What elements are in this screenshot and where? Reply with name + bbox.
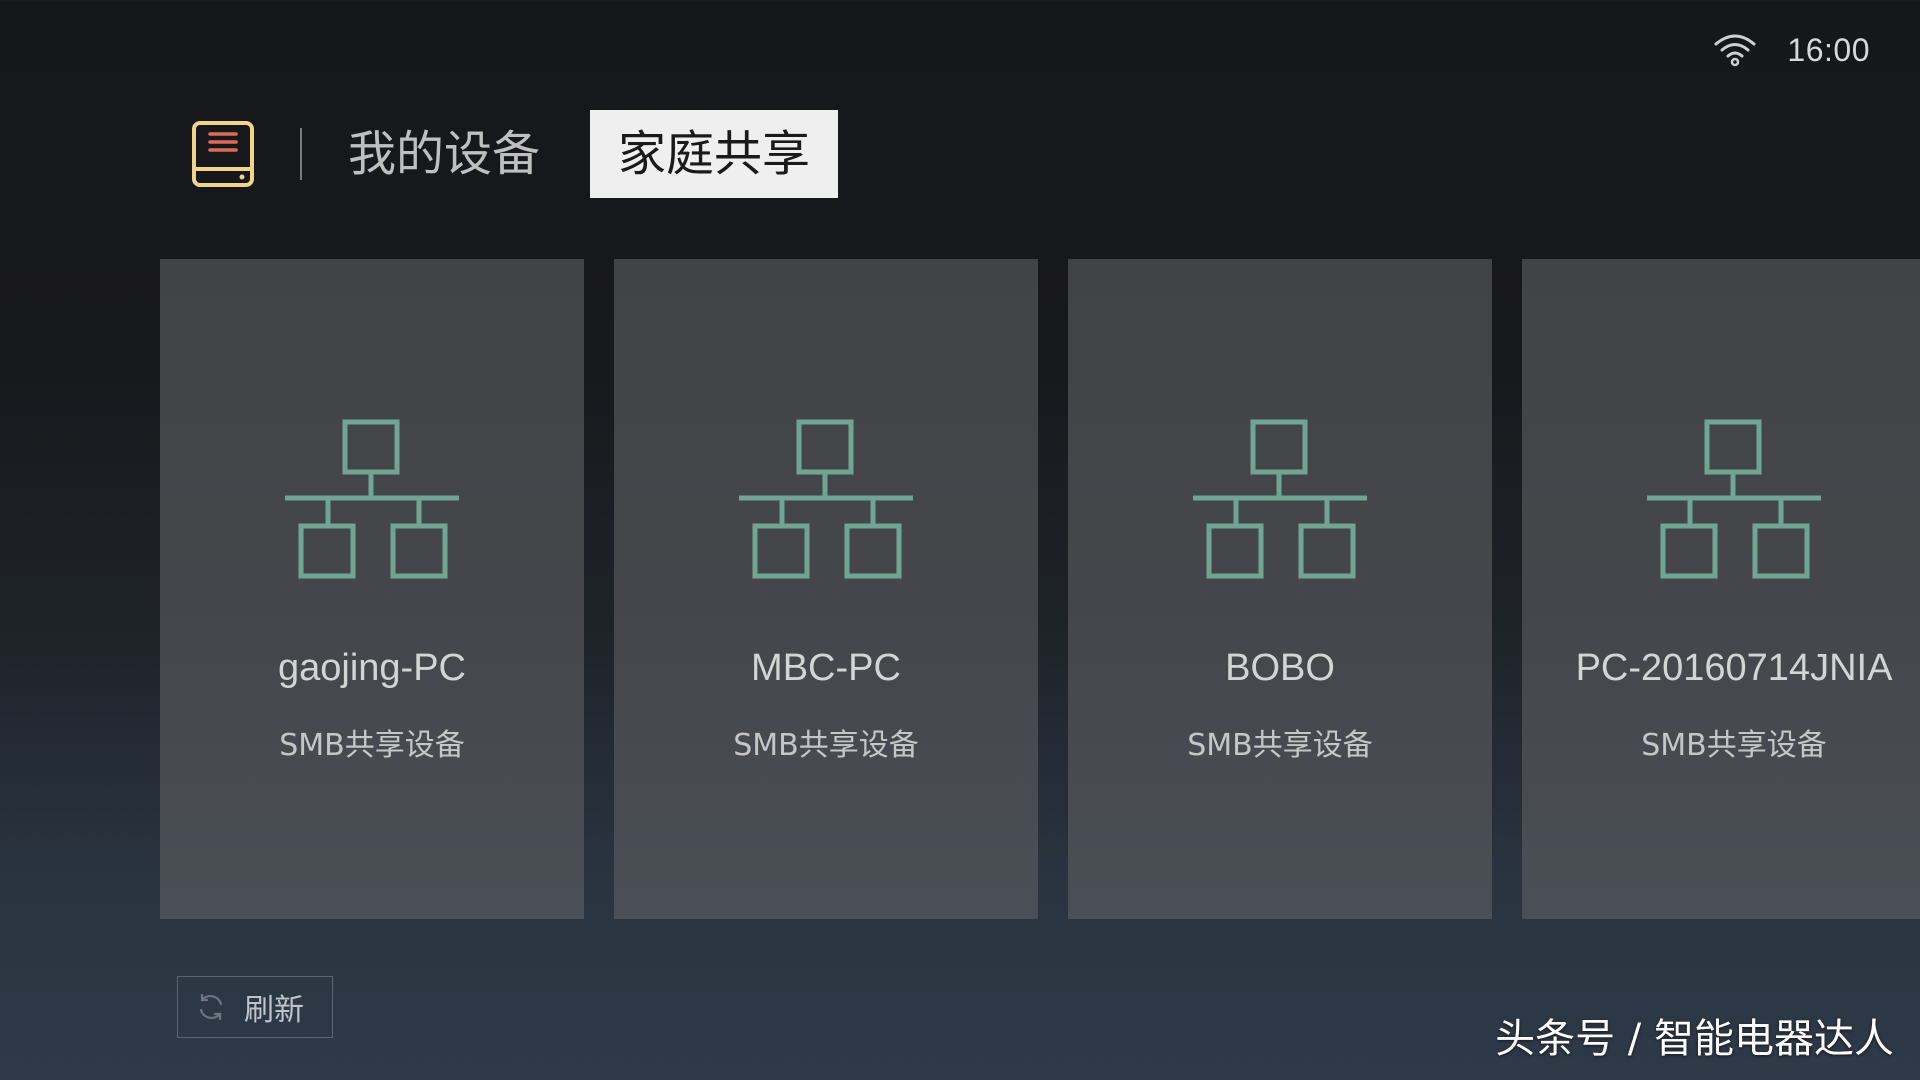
header-divider: [300, 128, 302, 180]
clock: 16:00: [1787, 31, 1870, 68]
device-name: PC-20160714JNIA: [1575, 647, 1893, 689]
network-icon: [1647, 419, 1821, 579]
device-name: BOBO: [1225, 647, 1335, 689]
network-icon: [1193, 419, 1367, 579]
device-card[interactable]: gaojing-PC SMB共享设备: [160, 259, 584, 919]
device-type: SMB共享设备: [1641, 728, 1827, 763]
header-nav: 我的设备 家庭共享: [188, 110, 839, 198]
watermark: 头条号 / 智能电器达人: [1495, 1016, 1894, 1062]
device-type: SMB共享设备: [1187, 728, 1373, 763]
tab-my-devices[interactable]: 我的设备: [348, 110, 590, 198]
refresh-button[interactable]: 刷新: [177, 976, 333, 1038]
network-icon: [739, 419, 913, 579]
device-card[interactable]: PC-20160714JNIA SMB共享设备: [1522, 259, 1920, 919]
tab-home-share[interactable]: 家庭共享: [590, 110, 839, 198]
device-card[interactable]: BOBO SMB共享设备: [1068, 259, 1492, 919]
hard-drive-icon: [192, 121, 254, 187]
network-icon: [285, 419, 459, 579]
device-type: SMB共享设备: [279, 728, 465, 763]
device-card[interactable]: MBC-PC SMB共享设备: [614, 259, 1038, 919]
device-type: SMB共享设备: [733, 728, 919, 763]
status-bar: 16:00: [1713, 30, 1870, 70]
device-name: MBC-PC: [751, 647, 901, 689]
refresh-label: 刷新: [244, 993, 304, 1028]
wifi-icon: [1714, 34, 1756, 67]
device-list: gaojing-PC SMB共享设备 MBC-PC SMB共享设备 BOBO S…: [160, 259, 1920, 919]
device-name: gaojing-PC: [278, 647, 466, 689]
refresh-icon: [199, 993, 223, 1021]
